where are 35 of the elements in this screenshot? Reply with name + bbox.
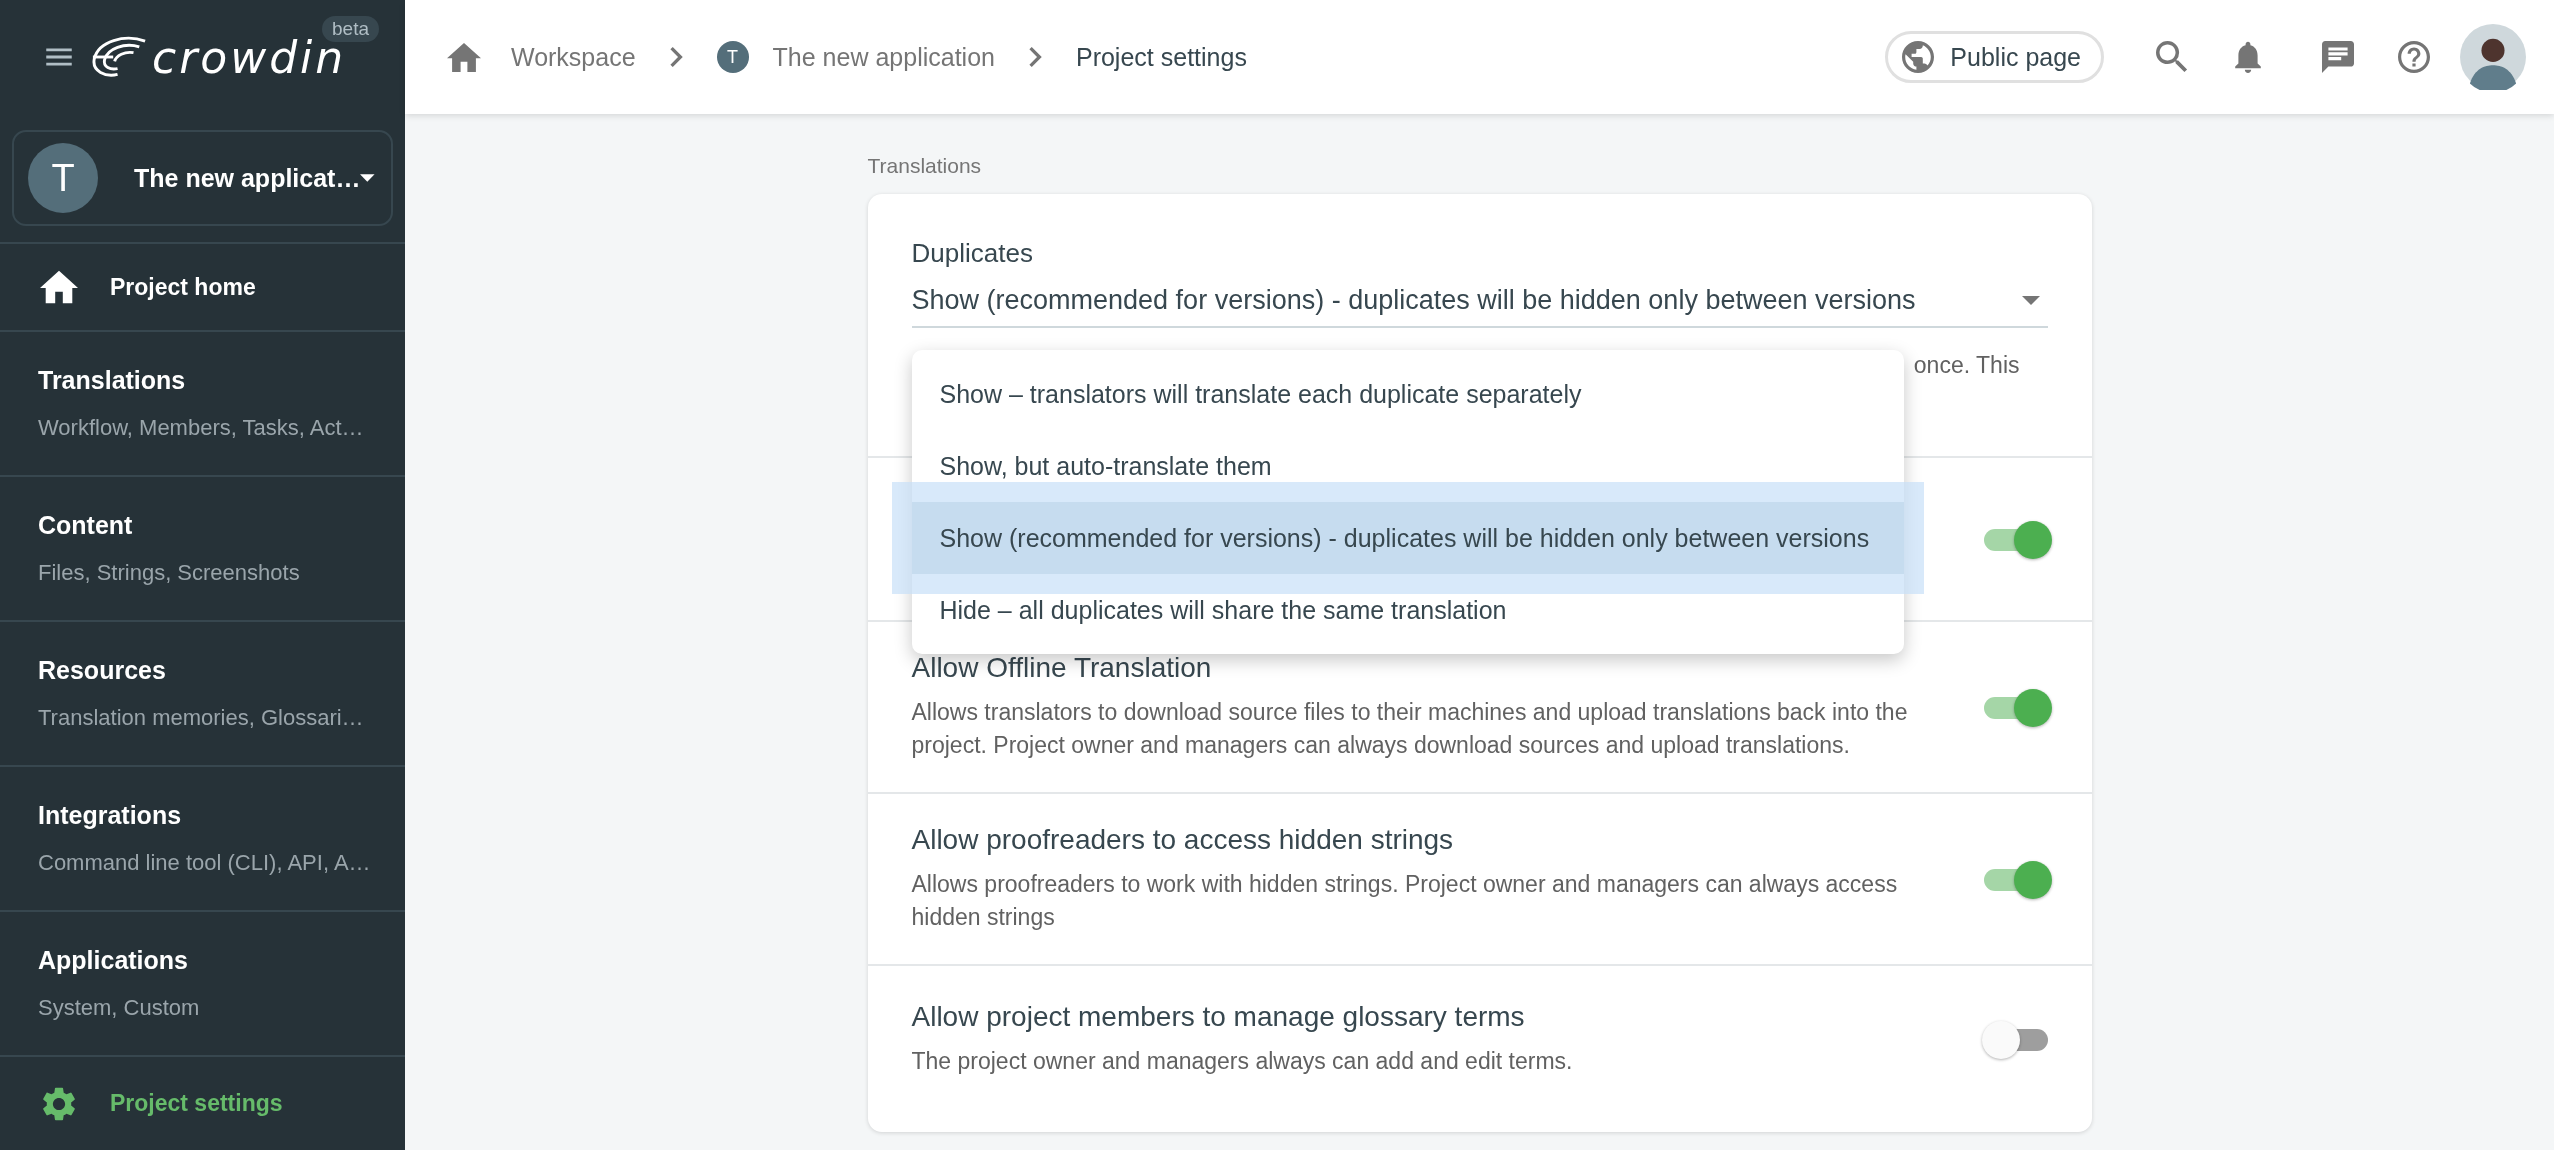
dropdown-option[interactable]: Show, but auto-translate them	[911, 430, 1904, 502]
settings-icon	[40, 1086, 78, 1121]
chat-icon[interactable]	[2322, 41, 2354, 73]
breadcrumb-link[interactable]: Project settings	[1075, 42, 1247, 72]
setting-title: Allow project members to manage glossary terms	[911, 1000, 1526, 1033]
project-selector[interactable]: T The new applicat…	[12, 130, 393, 226]
search-icon[interactable]	[2156, 41, 2188, 73]
setting-description: The project owner and managers always can add and edit terms.	[911, 1046, 1574, 1076]
breadcrumb-link[interactable]: Workspace	[511, 42, 636, 72]
help-icon[interactable]	[2398, 41, 2430, 73]
home-icon	[447, 42, 481, 72]
project-avatar: T	[28, 143, 98, 213]
home-icon	[40, 270, 78, 304]
avatar-icon[interactable]	[2460, 24, 2526, 90]
caret-icon	[2021, 296, 2040, 305]
dropdown-option[interactable]: Hide – all duplicates will share the same translation	[911, 574, 1904, 646]
setting-description: once. This	[1913, 352, 2020, 379]
setting-description: Allows translators to download source files to their machines and upload translations back into the project. Project owner and managers can always download sources and upload translations.	[911, 698, 1909, 760]
setting-title: Allow Offline Translation	[911, 652, 1213, 684]
project-name: The new applicat…	[134, 163, 361, 193]
field-label: Duplicates	[911, 238, 1034, 269]
select-field[interactable]: Show (recommended for versions) - duplicates will be hidden only between versions	[911, 285, 2048, 328]
setting-title: Allow proofreaders to access hidden strings	[911, 824, 1455, 856]
logo-icon	[90, 35, 148, 79]
globe-icon	[1902, 41, 1935, 73]
breadcrumb-link[interactable]: The new application	[772, 42, 995, 72]
setting-description: Allows proofreaders to work with hidden strings. Project owner and managers can always access hidden strings	[911, 870, 1899, 932]
bell-icon[interactable]	[2232, 41, 2264, 73]
dropdown-option[interactable]: Show – translators will translate each duplicate separately	[911, 358, 1904, 430]
project-avatar: T	[716, 41, 749, 73]
caret-icon	[360, 174, 375, 182]
public-page-button[interactable]: Public page	[1885, 31, 2104, 83]
chevron-icon	[1028, 47, 1042, 67]
section-title: Translations	[867, 154, 983, 178]
chevron-icon	[669, 47, 683, 67]
